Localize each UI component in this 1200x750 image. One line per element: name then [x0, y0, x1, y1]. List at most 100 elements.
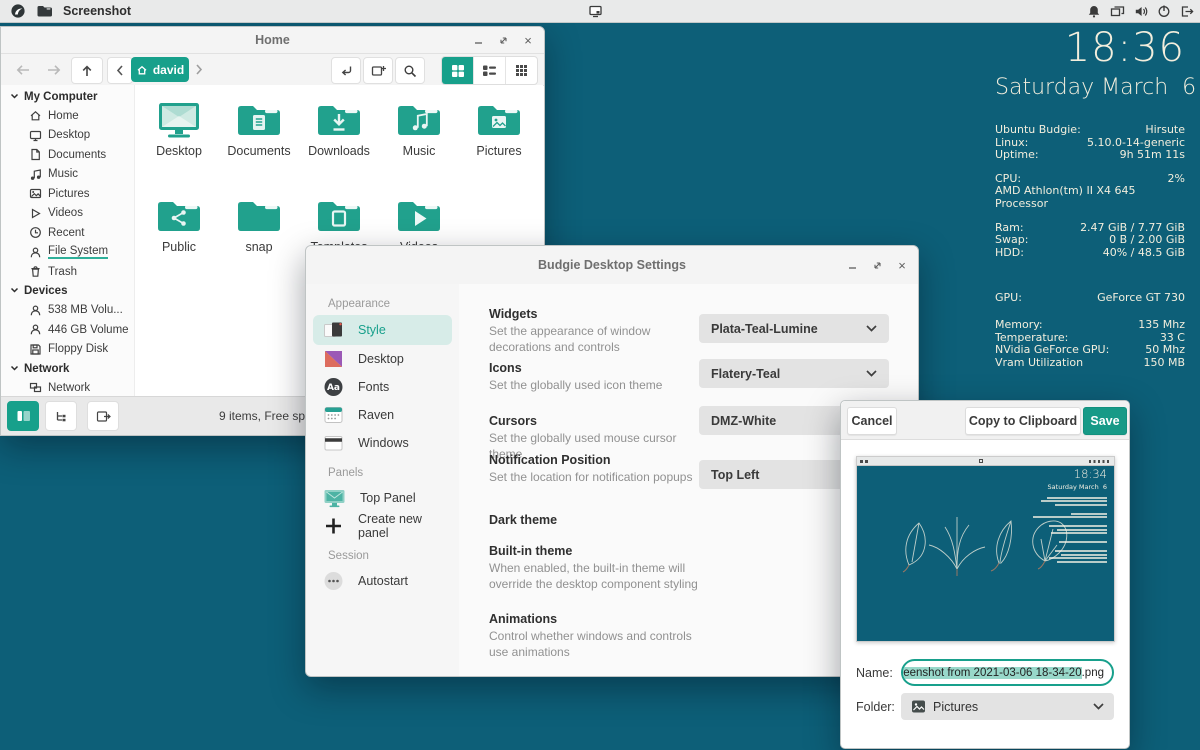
settings-item-label: Create new panel: [358, 512, 452, 540]
new-tab-button[interactable]: [363, 57, 393, 84]
minimize-icon[interactable]: [845, 258, 859, 272]
settings-item-create-new-panel[interactable]: Create new panel: [313, 512, 452, 540]
sidebar-section-devices[interactable]: Devices: [1, 282, 134, 301]
sidebar-item-music[interactable]: Music: [1, 165, 134, 185]
recent-icon: [29, 226, 42, 239]
list-view-button[interactable]: [474, 57, 506, 84]
preview-text-line: [1055, 504, 1107, 506]
preview-text-line: [1057, 529, 1107, 531]
folder-icon: [476, 101, 522, 139]
search-button[interactable]: [395, 57, 425, 84]
settings-item-top-panel[interactable]: Top Panel: [313, 484, 452, 512]
setting-desc: Set the globally used icon theme: [489, 378, 701, 394]
sidebar-section-my-computer[interactable]: My Computer: [1, 87, 134, 106]
settings-item-desktop[interactable]: Desktop: [313, 345, 452, 373]
sidebar-section-network[interactable]: Network: [1, 359, 134, 378]
folder-music[interactable]: Music: [379, 93, 459, 189]
budgie-menu-icon[interactable]: [10, 3, 26, 19]
sidebar-item-538-mb-volu[interactable]: 538 MB Volu...: [1, 301, 134, 321]
screenshot-tasklist-icon[interactable]: [588, 4, 603, 18]
grid-view-button[interactable]: [442, 57, 474, 84]
sidebar-item-documents[interactable]: Documents: [1, 145, 134, 165]
sidebar-item-label: 446 GB Volume: [48, 324, 129, 336]
sidebar-item-home[interactable]: Home: [1, 106, 134, 126]
folder-icon: [236, 197, 282, 235]
settings-item-autostart[interactable]: Autostart: [313, 567, 452, 595]
sidebar-item-floppy-disk[interactable]: Floppy Disk: [1, 340, 134, 360]
file-manager-titlebar[interactable]: Home ×: [1, 27, 544, 54]
folder-pictures[interactable]: Pictures: [459, 93, 539, 189]
up-button[interactable]: [71, 57, 103, 84]
restore-icon[interactable]: [870, 258, 884, 272]
breadcrumb-right-chevron[interactable]: [191, 57, 207, 82]
preview-conky: 18:34 Saturday March 6: [1002, 469, 1107, 564]
folder-documents[interactable]: Documents: [219, 93, 299, 189]
sidebar-item-trash[interactable]: Trash: [1, 262, 134, 282]
preview-text-line: [1049, 557, 1107, 559]
conky-row: NVidia GeForce GPU:50 Mhz: [995, 344, 1185, 357]
setting-desc: When enabled, the built-in theme will ov…: [489, 561, 701, 592]
folder-public[interactable]: Public: [139, 189, 219, 285]
folder-snap[interactable]: snap: [219, 189, 299, 285]
power-icon[interactable]: [1157, 4, 1171, 18]
minimize-icon[interactable]: [471, 33, 485, 47]
autostart-icon: [323, 571, 344, 591]
settings-item-windows[interactable]: Windows: [313, 429, 452, 457]
forward-button[interactable]: [43, 57, 63, 82]
close-icon[interactable]: ×: [521, 33, 535, 47]
preview-text-line: [1033, 516, 1107, 518]
compact-view-button[interactable]: [506, 57, 537, 84]
show-places-button[interactable]: [7, 401, 39, 431]
window-title: Budgie Desktop Settings: [538, 258, 686, 272]
filename-input[interactable]: Screenshot from 2021-03-06 18-34-20.png: [901, 659, 1114, 686]
folder-select[interactable]: Pictures: [901, 693, 1114, 720]
home-icon: [136, 64, 148, 76]
hide-sidebar-button[interactable]: [87, 401, 119, 431]
preview-text-line: [1049, 525, 1107, 527]
settings-item-label: Raven: [358, 408, 394, 422]
cancel-button[interactable]: Cancel: [847, 407, 897, 435]
widgets-theme-select[interactable]: Plata-Teal-Lumine: [699, 314, 889, 343]
conky-label: Swap:: [995, 234, 1028, 247]
sidebar-item-446-gb-volume[interactable]: 446 GB Volume: [1, 320, 134, 340]
active-app-icon[interactable]: [36, 4, 53, 18]
icon-theme-select[interactable]: Flatery-Teal: [699, 359, 889, 388]
sidebar-item-recent[interactable]: Recent: [1, 223, 134, 243]
breadcrumb[interactable]: david: [131, 57, 189, 82]
show-treeview-button[interactable]: [45, 401, 77, 431]
setting-desc: Control whether windows and controls use…: [489, 629, 701, 660]
folder-icon: [396, 197, 442, 235]
restore-icon[interactable]: [496, 33, 510, 47]
save-button[interactable]: Save: [1083, 407, 1127, 435]
preview-mini-panel: [857, 457, 1114, 466]
workspace-switcher-icon[interactable]: [1110, 5, 1125, 18]
settings-item-raven[interactable]: Raven: [313, 401, 452, 429]
folder-desktop[interactable]: Desktop: [139, 93, 219, 189]
close-icon[interactable]: ×: [895, 258, 909, 272]
settings-titlebar[interactable]: Budgie Desktop Settings ×: [306, 246, 918, 285]
settings-item-fonts[interactable]: AaFonts: [313, 373, 452, 401]
settings-item-style[interactable]: Style: [313, 315, 452, 345]
toggle-location-entry-button[interactable]: [331, 57, 361, 84]
raven-icon: [323, 405, 344, 425]
conky-value: 150 MB: [1143, 357, 1185, 370]
copy-to-clipboard-button[interactable]: Copy to Clipboard: [965, 407, 1081, 435]
active-app-title[interactable]: Screenshot: [63, 4, 131, 18]
conky-row: Vram Utilization150 MB: [995, 357, 1185, 370]
preview-text-line: [1047, 497, 1107, 499]
logout-icon[interactable]: [1180, 5, 1194, 18]
conky-label: HDD:: [995, 247, 1024, 260]
sidebar-item-pictures[interactable]: Pictures: [1, 184, 134, 204]
sidebar-item-file-system[interactable]: File System: [1, 243, 134, 263]
volume-icon[interactable]: [1134, 5, 1148, 18]
breadcrumb-left-chevron[interactable]: [107, 57, 133, 84]
notifications-bell-icon[interactable]: [1087, 4, 1101, 18]
sidebar-item-network[interactable]: Network: [1, 378, 134, 397]
folder-downloads[interactable]: Downloads: [299, 93, 379, 189]
sidebar-item-videos[interactable]: Videos: [1, 204, 134, 224]
conky-group: Ubuntu Budgie:HirsuteLinux:5.10.0-14-gen…: [995, 124, 1185, 162]
setting-title: Notification Position: [489, 453, 704, 467]
sidebar-item-desktop[interactable]: Desktop: [1, 126, 134, 146]
folder-icon: [316, 101, 362, 139]
back-button[interactable]: [13, 57, 33, 82]
